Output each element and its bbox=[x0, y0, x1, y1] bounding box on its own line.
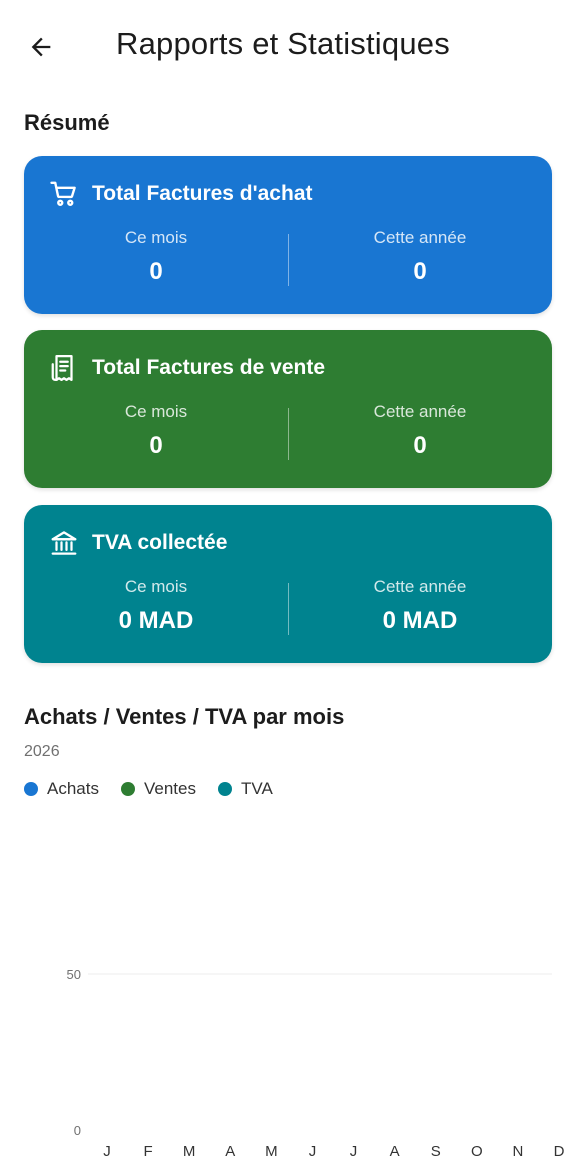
legend-dot bbox=[217, 782, 232, 796]
shopping-cart-icon bbox=[48, 178, 80, 210]
legend-item-achats: Achats bbox=[24, 779, 99, 799]
x-tick-label: S bbox=[431, 1143, 441, 1160]
vat-collected-card: TVA collectée Ce mois 0 MAD Cette année … bbox=[24, 505, 552, 663]
x-tick-label: A bbox=[390, 1143, 400, 1160]
x-tick-label: J bbox=[350, 1143, 358, 1160]
x-tick-label: N bbox=[512, 1143, 523, 1160]
legend-item-tva: TVA bbox=[217, 779, 273, 799]
x-tick-label: M bbox=[265, 1143, 278, 1160]
x-tick-label: F bbox=[144, 1143, 153, 1160]
year-label: Cette année bbox=[373, 402, 467, 421]
year-label: Cette année bbox=[373, 577, 467, 596]
x-tick-label: M bbox=[183, 1143, 196, 1160]
card-title: Total Factures de vente bbox=[92, 356, 326, 379]
app-bar: Rapports et Statistiques bbox=[0, 0, 576, 92]
summary-title: Résumé bbox=[24, 110, 110, 135]
month-value: 0 bbox=[149, 258, 163, 285]
year-value: 0 bbox=[413, 432, 427, 459]
x-tick-label: O bbox=[471, 1143, 483, 1160]
x-tick-label: J bbox=[103, 1143, 111, 1160]
card-title: TVA collectée bbox=[92, 531, 228, 554]
legend-label: TVA bbox=[240, 779, 273, 798]
page-title: Rapports et Statistiques bbox=[116, 26, 450, 61]
year-value: 0 MAD bbox=[382, 607, 458, 634]
chart-legend: Achats Ventes TVA bbox=[24, 779, 295, 799]
x-tick-label: J bbox=[309, 1143, 317, 1160]
bank-icon bbox=[48, 527, 80, 559]
chart-year: 2026 bbox=[24, 743, 60, 760]
legend-item-ventes: Ventes bbox=[120, 779, 196, 799]
month-label: Ce mois bbox=[124, 402, 188, 421]
legend-dot bbox=[24, 782, 38, 796]
purchase-invoices-card: Total Factures d'achat Ce mois 0 Cette a… bbox=[24, 156, 552, 314]
y-tick-label: 50 bbox=[67, 967, 81, 982]
arrow-left-icon bbox=[31, 37, 51, 57]
x-tick-label: D bbox=[554, 1143, 565, 1160]
legend-label: Achats bbox=[47, 779, 99, 798]
card-title: Total Factures d'achat bbox=[92, 182, 313, 205]
year-label: Cette année bbox=[373, 228, 467, 247]
x-tick-label: A bbox=[225, 1143, 235, 1160]
y-tick-label: 0 bbox=[74, 1123, 81, 1138]
chart-title: Achats / Ventes / TVA par mois bbox=[24, 704, 345, 729]
legend-label: Ventes bbox=[143, 779, 196, 798]
month-value: 0 MAD bbox=[118, 607, 194, 634]
month-label: Ce mois bbox=[124, 228, 188, 247]
receipt-icon bbox=[48, 352, 80, 384]
back-button[interactable] bbox=[20, 26, 62, 68]
year-value: 0 bbox=[413, 258, 427, 285]
sales-invoices-card: Total Factures de vente Ce mois 0 Cette … bbox=[24, 330, 552, 488]
monthly-bar-chart: 0 50 J F M A M J J A S O N D bbox=[67, 967, 565, 1160]
legend-dot bbox=[120, 782, 135, 796]
month-value: 0 bbox=[149, 432, 163, 459]
month-label: Ce mois bbox=[124, 577, 188, 596]
